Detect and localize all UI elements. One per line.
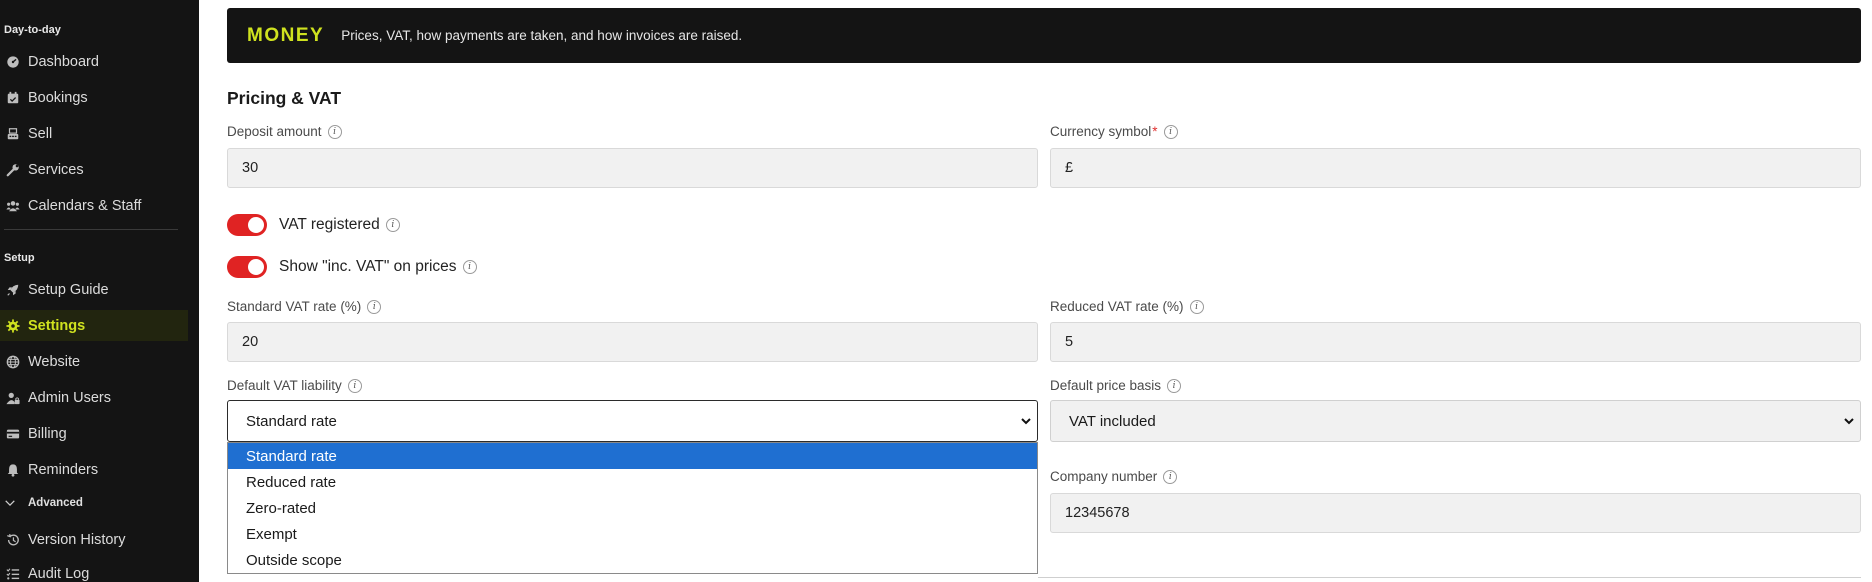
globe-icon xyxy=(4,354,22,370)
sidebar-item-label: Reminders xyxy=(28,461,99,478)
currency-label: Currency symbol * i xyxy=(1050,124,1178,139)
section-label-day-to-day: Day-to-day xyxy=(4,24,61,36)
sidebar-divider xyxy=(4,229,178,230)
vat-registered-row: VAT registered i xyxy=(227,214,400,236)
sidebar-item-version-history[interactable]: Version History xyxy=(0,524,188,555)
section-divider xyxy=(1038,577,1861,578)
info-icon[interactable]: i xyxy=(1163,469,1178,484)
info-icon[interactable]: i xyxy=(1167,378,1182,393)
info-icon[interactable]: i xyxy=(1163,124,1178,139)
info-icon[interactable]: i xyxy=(462,260,477,274)
banner-subtitle: Prices, VAT, how payments are taken, and… xyxy=(341,28,743,43)
sidebar-item-services[interactable]: Services xyxy=(0,154,188,185)
section-label-setup: Setup xyxy=(4,252,35,264)
sidebar-item-setup-guide[interactable]: Setup Guide xyxy=(0,274,188,305)
vat-liability-label-text: Default VAT liability xyxy=(227,378,342,393)
sidebar-item-sell[interactable]: Sell xyxy=(0,118,188,149)
standard-vat-label: Standard VAT rate (%) i xyxy=(227,299,382,314)
standard-vat-input[interactable]: 20 xyxy=(227,322,1038,362)
info-icon[interactable]: i xyxy=(1189,299,1204,314)
chevron-down-icon xyxy=(1021,418,1031,425)
dropdown-option-reduced-rate[interactable]: Reduced rate xyxy=(228,469,1037,495)
calendar-icon xyxy=(4,90,22,106)
currency-symbol-input[interactable]: £ xyxy=(1050,148,1861,188)
credit-card-icon xyxy=(4,426,22,442)
sidebar-item-settings[interactable]: Settings xyxy=(0,310,188,341)
price-basis-label: Default price basis i xyxy=(1050,378,1182,393)
sidebar-item-reminders[interactable]: Reminders xyxy=(0,454,188,485)
section-banner: MONEY Prices, VAT, how payments are take… xyxy=(227,8,1861,63)
advanced-label: Advanced xyxy=(28,497,83,509)
company-number-input[interactable]: 12345678 xyxy=(1050,493,1861,533)
sidebar-item-label: Website xyxy=(28,353,81,370)
show-inc-vat-row: Show "inc. VAT" on prices i xyxy=(227,256,477,278)
dropdown-option-zero-rated[interactable]: Zero-rated xyxy=(228,495,1037,521)
users-icon xyxy=(4,198,22,214)
sidebar-item-bookings[interactable]: Bookings xyxy=(0,82,188,113)
chevron-down-icon xyxy=(1844,418,1854,425)
dropdown-option-outside-scope[interactable]: Outside scope xyxy=(228,547,1037,573)
info-icon[interactable]: i xyxy=(347,378,362,393)
show-inc-vat-toggle[interactable] xyxy=(227,256,267,278)
reduced-vat-label-text: Reduced VAT rate (%) xyxy=(1050,299,1184,314)
wrench-icon xyxy=(4,162,22,178)
price-basis-label-text: Default price basis xyxy=(1050,378,1162,393)
cash-register-icon xyxy=(4,126,22,142)
deposit-label-text: Deposit amount xyxy=(227,124,322,139)
sidebar-item-label: Audit Log xyxy=(28,565,90,582)
sidebar-item-label: Admin Users xyxy=(28,389,111,406)
deposit-amount-input[interactable]: 30 xyxy=(227,148,1038,188)
sidebar-item-label: Bookings xyxy=(28,89,88,106)
sidebar-item-label: Settings xyxy=(28,317,86,334)
info-icon[interactable]: i xyxy=(367,299,382,314)
dashboard-icon xyxy=(4,54,22,70)
currency-label-text: Currency symbol xyxy=(1050,124,1152,139)
sidebar-item-label: Sell xyxy=(28,125,53,142)
sidebar-item-label: Billing xyxy=(28,425,67,442)
vat-liability-label: Default VAT liability i xyxy=(227,378,362,393)
info-icon[interactable]: i xyxy=(385,218,400,232)
company-number-label-text: Company number xyxy=(1050,469,1158,484)
sidebar-item-label: Dashboard xyxy=(28,53,99,70)
sidebar-item-label: Calendars & Staff xyxy=(28,197,142,214)
gear-icon xyxy=(4,318,22,334)
vat-liability-dropdown: Standard rate Reduced rate Zero-rated Ex… xyxy=(227,442,1038,574)
required-marker: * xyxy=(1152,124,1158,139)
company-number-label: Company number i xyxy=(1050,469,1178,484)
reduced-vat-input[interactable]: 5 xyxy=(1050,322,1861,362)
price-basis-select[interactable]: VAT included xyxy=(1050,400,1861,442)
deposit-label: Deposit amount i xyxy=(227,124,342,139)
vat-liability-select[interactable]: Standard rate xyxy=(227,400,1038,442)
section-title: Pricing & VAT xyxy=(227,88,342,108)
sidebar-item-label: Version History xyxy=(28,531,126,548)
standard-vat-label-text: Standard VAT rate (%) xyxy=(227,299,362,314)
sidebar-item-audit-log[interactable]: Audit Log xyxy=(0,558,188,582)
sidebar-item-admin-users[interactable]: Admin Users xyxy=(0,382,188,413)
user-lock-icon xyxy=(4,390,22,406)
sidebar-item-label: Services xyxy=(28,161,84,178)
rocket-icon xyxy=(4,282,22,298)
show-inc-vat-label: Show "inc. VAT" on prices xyxy=(279,258,457,275)
banner-title: MONEY xyxy=(247,24,325,46)
sidebar: Day-to-day Dashboard Bookings Sell Servi… xyxy=(0,0,199,582)
advanced-toggle[interactable]: Advanced xyxy=(4,497,83,509)
vat-registered-label: VAT registered xyxy=(279,216,380,233)
price-basis-value: VAT included xyxy=(1069,412,1156,430)
dropdown-option-exempt[interactable]: Exempt xyxy=(228,521,1037,547)
sidebar-item-dashboard[interactable]: Dashboard xyxy=(0,46,188,77)
info-icon[interactable]: i xyxy=(327,124,342,139)
chevron-down-icon xyxy=(4,497,18,509)
reduced-vat-label: Reduced VAT rate (%) i xyxy=(1050,299,1204,314)
vat-registered-toggle[interactable] xyxy=(227,214,267,236)
history-icon xyxy=(4,532,22,548)
list-check-icon xyxy=(4,566,22,582)
vat-liability-value: Standard rate xyxy=(246,412,337,430)
sidebar-item-website[interactable]: Website xyxy=(0,346,188,377)
sidebar-item-label: Setup Guide xyxy=(28,281,109,298)
bell-icon xyxy=(4,462,22,478)
dropdown-option-standard-rate[interactable]: Standard rate xyxy=(228,443,1037,469)
sidebar-item-billing[interactable]: Billing xyxy=(0,418,188,449)
sidebar-item-calendars-staff[interactable]: Calendars & Staff xyxy=(0,190,188,221)
